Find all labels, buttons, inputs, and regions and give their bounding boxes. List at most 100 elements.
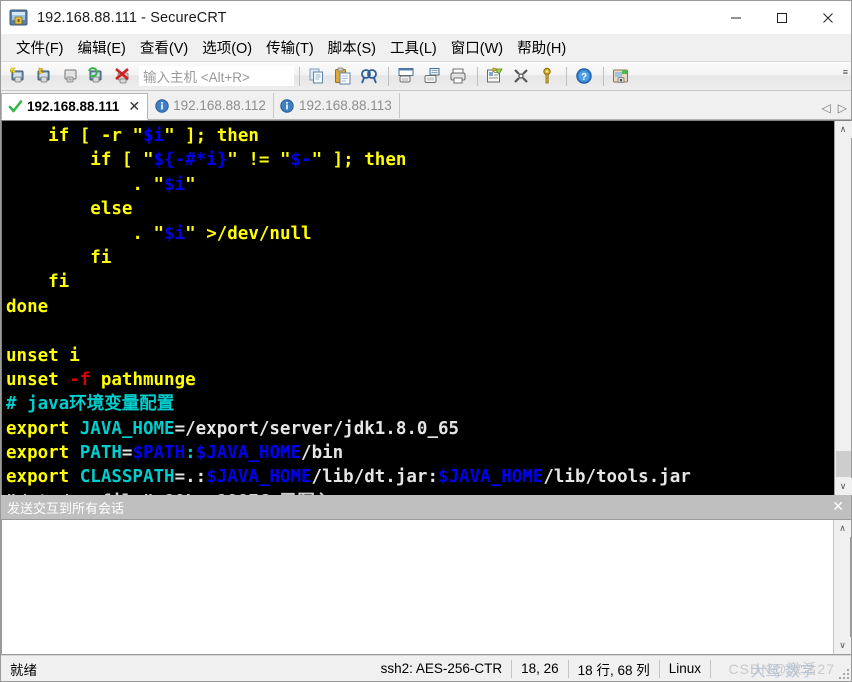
terminal-text: export bbox=[6, 467, 70, 488]
terminal-text: PATH bbox=[69, 443, 122, 464]
close-button[interactable] bbox=[805, 1, 851, 34]
terminal-text: /lib/dt.jar: bbox=[311, 467, 438, 488]
terminal-text: " ]; then bbox=[164, 126, 259, 146]
terminal-text: else bbox=[6, 199, 133, 220]
terminal-text: =.: bbox=[174, 467, 207, 488]
terminal-scrollbar-thumb[interactable] bbox=[836, 451, 851, 477]
terminal-line: done bbox=[6, 295, 834, 319]
host-input[interactable]: 输入主机 <Alt+R> bbox=[139, 66, 294, 86]
tab-scroll-right-icon[interactable]: ▷ bbox=[838, 101, 847, 115]
toolbar-separator-3 bbox=[477, 66, 478, 86]
scroll-down-icon[interactable]: ∨ bbox=[834, 478, 852, 495]
menu-tools[interactable]: 工具(L) bbox=[383, 34, 444, 61]
tab-192-168-88-113[interactable]: 192.168.88.113 bbox=[274, 93, 400, 118]
new-session-icon[interactable] bbox=[7, 64, 31, 88]
tab-label: 192.168.88.113 bbox=[298, 98, 392, 113]
window-controls bbox=[713, 1, 851, 34]
svg-text:?: ? bbox=[581, 72, 587, 83]
terminal-line: export JAVA_HOME=/export/server/jdk1.8.0… bbox=[6, 417, 834, 441]
paste-icon[interactable] bbox=[331, 64, 355, 88]
global-options-icon[interactable] bbox=[509, 64, 533, 88]
terminal-line: unset -f pathmunge bbox=[6, 368, 834, 392]
tab-scroll-left-icon[interactable]: ◁ bbox=[822, 101, 831, 115]
menu-options[interactable]: 选项(O) bbox=[195, 34, 259, 61]
terminal-area: if [ -r "$i" ]; then if [ "${-#*i}" != "… bbox=[1, 120, 852, 495]
status-cipher: ssh2: AES-256-CTR bbox=[380, 661, 503, 676]
log-session-icon[interactable] bbox=[420, 64, 444, 88]
status-spacer bbox=[46, 656, 372, 682]
status-emulation: Linux bbox=[668, 661, 701, 676]
terminal-text: $- bbox=[290, 150, 312, 171]
info-icon bbox=[280, 98, 295, 113]
terminal-text: pathmunge bbox=[90, 369, 196, 390]
menu-view[interactable]: 查看(V) bbox=[133, 34, 195, 61]
find-icon[interactable] bbox=[357, 64, 381, 88]
toolbar-separator-2 bbox=[388, 66, 389, 86]
terminal-text: ${-#*i} bbox=[153, 150, 228, 171]
key-icon[interactable] bbox=[535, 64, 559, 88]
tab-close-icon[interactable]: ✕ bbox=[128, 98, 140, 115]
menu-file[interactable]: 文件(F) bbox=[9, 34, 71, 61]
disconnect-icon[interactable] bbox=[111, 64, 135, 88]
send-to-all-sessions-bar: 发送交互到所有会话 ✕ bbox=[1, 495, 851, 519]
chat-input-pane: ∧ ∨ bbox=[1, 519, 851, 655]
session-manager-icon[interactable] bbox=[609, 64, 633, 88]
print-screen-icon[interactable] bbox=[394, 64, 418, 88]
quick-connect-icon[interactable] bbox=[33, 64, 57, 88]
menu-window[interactable]: 窗口(W) bbox=[444, 34, 510, 61]
terminal-text: /bin bbox=[301, 443, 344, 464]
info-icon bbox=[154, 98, 169, 113]
help-icon[interactable]: ? bbox=[572, 64, 596, 88]
watermark-overlay-text: 大鸳 数字 bbox=[750, 663, 815, 680]
clone-session-icon[interactable] bbox=[59, 64, 83, 88]
terminal-text: " bbox=[185, 174, 196, 195]
green-check-icon bbox=[8, 99, 23, 114]
send-to-all-label: 发送交互到所有会话 bbox=[7, 500, 125, 516]
resize-grip[interactable] bbox=[838, 668, 849, 679]
terminal-text: done bbox=[6, 296, 49, 317]
terminal-line: . "$i" bbox=[6, 173, 834, 197]
terminal-text: unset bbox=[6, 369, 70, 390]
terminal-line: else bbox=[6, 197, 834, 221]
terminal-text: " >/dev/null bbox=[185, 223, 312, 244]
print-icon[interactable] bbox=[446, 64, 470, 88]
terminal-text: JAVA_HOME bbox=[69, 418, 175, 439]
terminal-text: " != " bbox=[227, 150, 291, 171]
tab-192-168-88-112[interactable]: 192.168.88.112 bbox=[148, 93, 274, 118]
send-bar-close-icon[interactable]: ✕ bbox=[832, 498, 844, 515]
status-cursor-position: 18, 26 bbox=[521, 661, 559, 676]
chat-scrollbar[interactable]: ∧ ∨ bbox=[833, 520, 851, 654]
copy-icon[interactable] bbox=[305, 64, 329, 88]
status-terminal-size: 18 行, 68 列 bbox=[577, 662, 650, 678]
chat-scroll-down-icon[interactable]: ∨ bbox=[834, 637, 851, 654]
menu-transfer[interactable]: 传输(T) bbox=[259, 34, 321, 61]
maximize-button[interactable] bbox=[759, 1, 805, 34]
terminal-text: . " bbox=[6, 174, 165, 195]
session-options-icon[interactable] bbox=[483, 64, 507, 88]
tab-192-168-88-111[interactable]: 192.168.88.111 ✕ bbox=[1, 93, 149, 120]
tab-label: 192.168.88.111 bbox=[27, 99, 120, 114]
terminal-text: " ]; then bbox=[311, 150, 407, 171]
menu-script[interactable]: 脚本(S) bbox=[321, 34, 383, 61]
menu-bar: 文件(F) 编辑(E) 查看(V) 选项(O) 传输(T) 脚本(S) 工具(L… bbox=[1, 34, 851, 61]
terminal-line: fi bbox=[6, 270, 834, 294]
terminal-text: : bbox=[185, 443, 196, 464]
terminal-text: $JAVA_HOME bbox=[206, 467, 312, 488]
menu-help[interactable]: 帮助(H) bbox=[510, 34, 573, 61]
securecrt-icon bbox=[9, 8, 29, 28]
status-divider-4 bbox=[710, 659, 711, 678]
reconnect-icon[interactable] bbox=[85, 64, 109, 88]
terminal-output[interactable]: if [ -r "$i" ]; then if [ "${-#*i}" != "… bbox=[2, 121, 834, 495]
terminal-line: fi bbox=[6, 246, 834, 270]
menu-edit[interactable]: 编辑(E) bbox=[71, 34, 133, 61]
toolbar-overflow-button[interactable]: ≡ bbox=[843, 68, 848, 77]
scroll-up-icon[interactable]: ∧ bbox=[834, 121, 852, 138]
watermark: CSDN@激活27 大鸳 数字 bbox=[729, 659, 835, 680]
terminal-text: =/export/server/jdk1.8.0_65 bbox=[174, 418, 460, 439]
minimize-button[interactable] bbox=[713, 1, 759, 34]
chat-input-field[interactable] bbox=[2, 520, 833, 654]
chat-scroll-up-icon[interactable]: ∧ bbox=[834, 520, 851, 537]
terminal-scrollbar[interactable]: ∧ ∨ bbox=[834, 121, 852, 495]
